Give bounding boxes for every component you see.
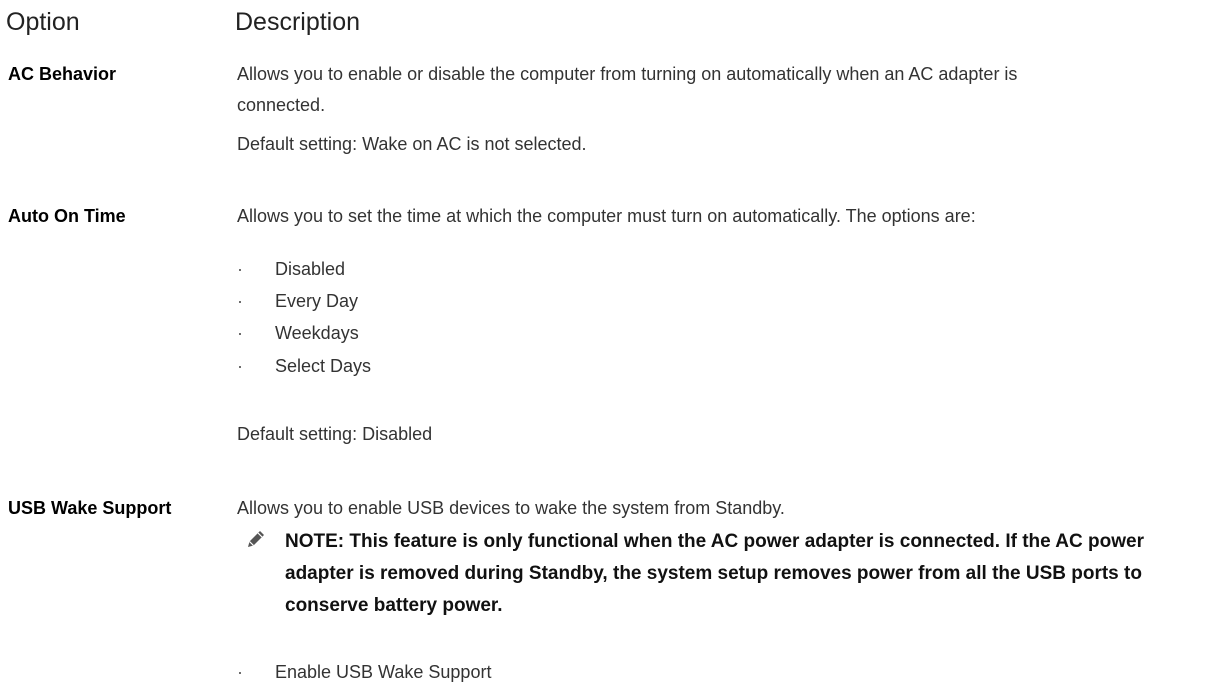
pencil-note-icon [248,531,264,547]
list-item: · Enable USB Wake Support [237,662,492,682]
column-header-option: Option [6,8,80,36]
list-item-label: Weekdays [275,323,359,343]
auto-on-time-description: Allows you to set the time at which the … [237,206,976,226]
list-item: · Select Days [237,356,372,376]
note-text-line-2: adapter is removed during Standby, the s… [285,563,1142,584]
list-item: · Disabled [237,259,346,279]
list-item: · Weekdays [237,323,359,343]
column-header-description: Description [235,8,361,36]
option-auto-on-time: Auto On Time [8,206,126,226]
note-text-line-1: NOTE: This feature is only functional wh… [285,531,1144,552]
usb-wake-support-description: Allows you to enable USB devices to wake… [237,498,785,518]
list-item-label: Every Day [275,291,359,311]
list-item-label: Disabled [275,259,346,279]
list-item: · Every Day [237,291,359,311]
option-usb-wake-support: USB Wake Support [8,498,172,518]
ac-behavior-default: Default setting: Wake on AC is not selec… [237,134,587,154]
ac-behavior-description-line-2: connected. [237,95,326,115]
ac-behavior-description-line-1: Allows you to enable or disable the comp… [237,64,1018,84]
list-item-label: Select Days [275,356,372,376]
note-text-line-3: conserve battery power. [285,595,503,616]
list-item-label: Enable USB Wake Support [275,662,492,682]
option-ac-behavior: AC Behavior [8,64,117,84]
auto-on-time-default: Default setting: Disabled [237,424,433,444]
